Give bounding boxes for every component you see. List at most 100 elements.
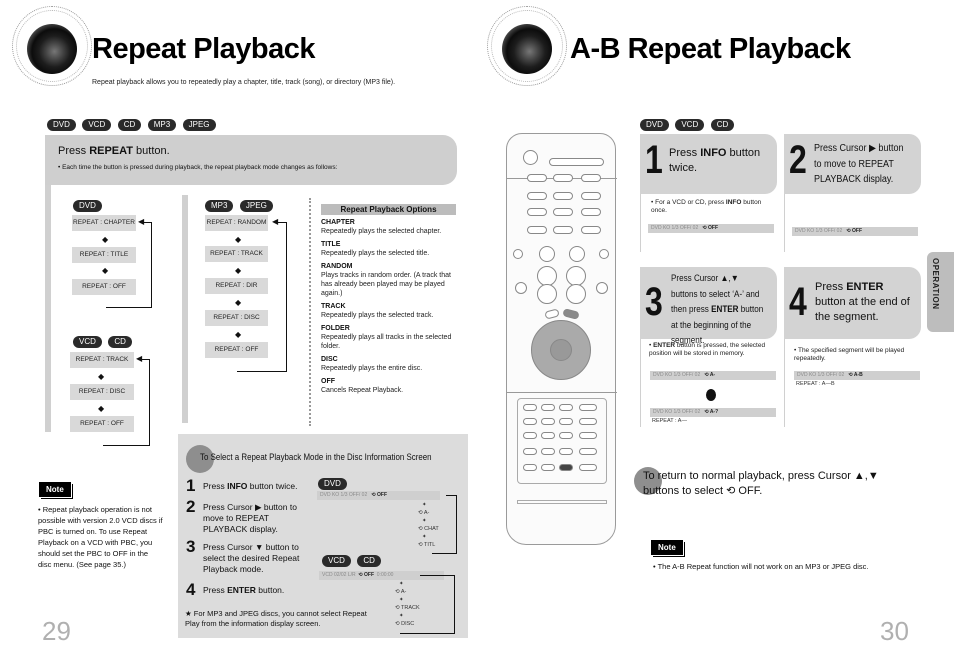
badge-vcd: VCD — [82, 119, 112, 131]
remote-button — [599, 249, 609, 259]
press-repeat-panel — [45, 135, 457, 185]
badge-dvd: DVD — [640, 119, 669, 131]
play-pause-button-icon — [569, 246, 585, 262]
flow-step: REPEAT : TRACK — [205, 246, 268, 262]
remote-button — [541, 418, 555, 425]
loop-arrow — [237, 358, 287, 372]
repeat-button-highlight — [559, 464, 573, 471]
info-footnote: ★ For MP3 and JPEG discs, you cannot sel… — [185, 609, 367, 628]
remote-button — [559, 448, 573, 455]
remote-button — [579, 448, 597, 455]
badge-vcd: VCD — [675, 119, 705, 131]
remote-button — [549, 158, 604, 166]
option-key: DISC — [321, 356, 338, 363]
tuning-up-icon — [537, 266, 557, 286]
remote-button — [541, 432, 555, 439]
loop-arrow — [446, 495, 457, 496]
vcd-cd-flow-badges: VCD CD — [73, 331, 134, 349]
flow-step: REPEAT : OFF — [70, 416, 134, 432]
remote-button — [579, 464, 597, 471]
step-bullet: • The specified segment will be played r… — [794, 347, 905, 362]
step-number: 3 — [645, 280, 663, 324]
remote-button — [581, 174, 601, 182]
note-label: Note — [651, 540, 683, 555]
remote-button — [527, 226, 547, 234]
option-desc: Repeatedly plays all tracks in the selec… — [321, 334, 452, 350]
loop-arrow — [454, 575, 455, 628]
osd-caption: REPEAT : A— — [652, 418, 687, 424]
remote-button — [541, 464, 555, 471]
remote-button — [559, 404, 573, 411]
badge-dvd: DVD — [47, 119, 76, 131]
intro-text: Repeat playback allows you to repeatedly… — [92, 79, 396, 86]
remote-button — [553, 174, 573, 182]
osd-bar: DVD KO 1/3 OFF/ 02 ⟲ A- — [650, 371, 776, 380]
step-number: 4 — [789, 280, 807, 324]
remote-button — [523, 404, 537, 411]
loop-arrow — [149, 359, 150, 432]
down-arrow-icon: ◆ — [102, 235, 109, 244]
step-text: Press Cursor ▶ button to move to REPEAT … — [203, 502, 297, 534]
down-arrow-icon — [706, 389, 716, 401]
press-repeat-heading: Press REPEAT button. — [58, 145, 170, 157]
badge-cd: CD — [117, 119, 142, 131]
down-arrow-icon: ◆ — [98, 372, 105, 381]
note-label: Note — [39, 482, 71, 497]
remote-button — [544, 308, 560, 320]
tuning-down-icon — [537, 284, 557, 304]
enter-button-icon — [550, 339, 572, 361]
step-number: 4 — [186, 580, 196, 599]
repeat-options-list: Repeat Playback Options CHAPTER Repeated… — [321, 204, 456, 395]
remote-control-illustration — [506, 133, 617, 545]
remote-button — [559, 432, 573, 439]
flow-step: REPEAT : OFF — [205, 342, 268, 358]
page-title-left: Repeat Playback — [92, 33, 316, 65]
option-key: CHAPTER — [321, 219, 355, 226]
badge-mp3: MP3 — [147, 119, 177, 131]
down-arrow-icon: ◆ — [235, 298, 242, 307]
vcd-osd-badges: VCD CD — [322, 550, 383, 568]
flow-step: REPEAT : OFF — [72, 279, 136, 295]
option-desc: Cancels Repeat Playback. — [321, 387, 404, 394]
option-key: RANDOM — [321, 263, 353, 270]
loop-arrow — [151, 222, 152, 295]
remote-button — [559, 418, 573, 425]
remote-button — [527, 208, 547, 216]
step-text: Press INFO button twice. — [203, 481, 298, 491]
info-screen-heading: To Select a Repeat Playback Mode in the … — [200, 452, 432, 462]
flow-step: REPEAT : DISC — [70, 384, 134, 400]
osd-bar: DVD KO 1/3 OFF/ 02 ⟲ OFF — [648, 224, 774, 233]
flow-step: REPEAT : CHAPTER — [72, 215, 136, 231]
down-arrow-icon: ◆ — [98, 404, 105, 413]
dotted-divider — [309, 198, 311, 426]
left-arrow-icon: ◀ — [138, 217, 145, 226]
loop-arrow — [456, 495, 457, 549]
remote-button — [579, 404, 597, 411]
disc-badges-right: DVD VCD CD — [640, 114, 736, 132]
loop-arrow — [420, 575, 455, 576]
step-text: Press ENTER button at the end of the seg… — [815, 281, 910, 323]
dvd-mode-list: ✦ ⟲ A- ✦ ⟲ CHAT ✦ ⟲ TITL — [418, 502, 439, 548]
remote-button — [541, 404, 555, 411]
press-repeat-bullet: • Each time the button is pressed during… — [58, 164, 338, 171]
option-desc: Plays tracks in random order. (A track t… — [321, 272, 451, 297]
page-number: 30 — [880, 616, 909, 646]
remote-button — [527, 174, 547, 182]
power-button-icon — [523, 150, 538, 165]
osd-caption: REPEAT : A—B — [796, 381, 835, 387]
dvd-flow-badges: DVD — [73, 195, 104, 213]
left-arrow-icon: ◀ — [272, 217, 279, 226]
remote-button — [581, 208, 601, 216]
page-number: 29 — [42, 616, 71, 646]
osd-bar: DVD KO 1/3 OFF/ 02 ⟲ A-? — [650, 408, 776, 417]
step-text: Press INFO button twice. — [669, 147, 761, 174]
vcd-mode-list: ✦ ⟲ A- ✦ ⟲ TRACK ✦ ⟲ DISC — [395, 581, 420, 627]
step-number: 3 — [186, 537, 196, 556]
loop-arrow — [286, 222, 287, 358]
remote-button — [579, 432, 597, 439]
remote-button — [541, 448, 555, 455]
remote-button — [515, 282, 527, 294]
remote-button — [523, 418, 537, 425]
step-bullet: • For a VCD or CD, press INFO button onc… — [651, 199, 762, 214]
step-number: 1 — [645, 138, 663, 182]
